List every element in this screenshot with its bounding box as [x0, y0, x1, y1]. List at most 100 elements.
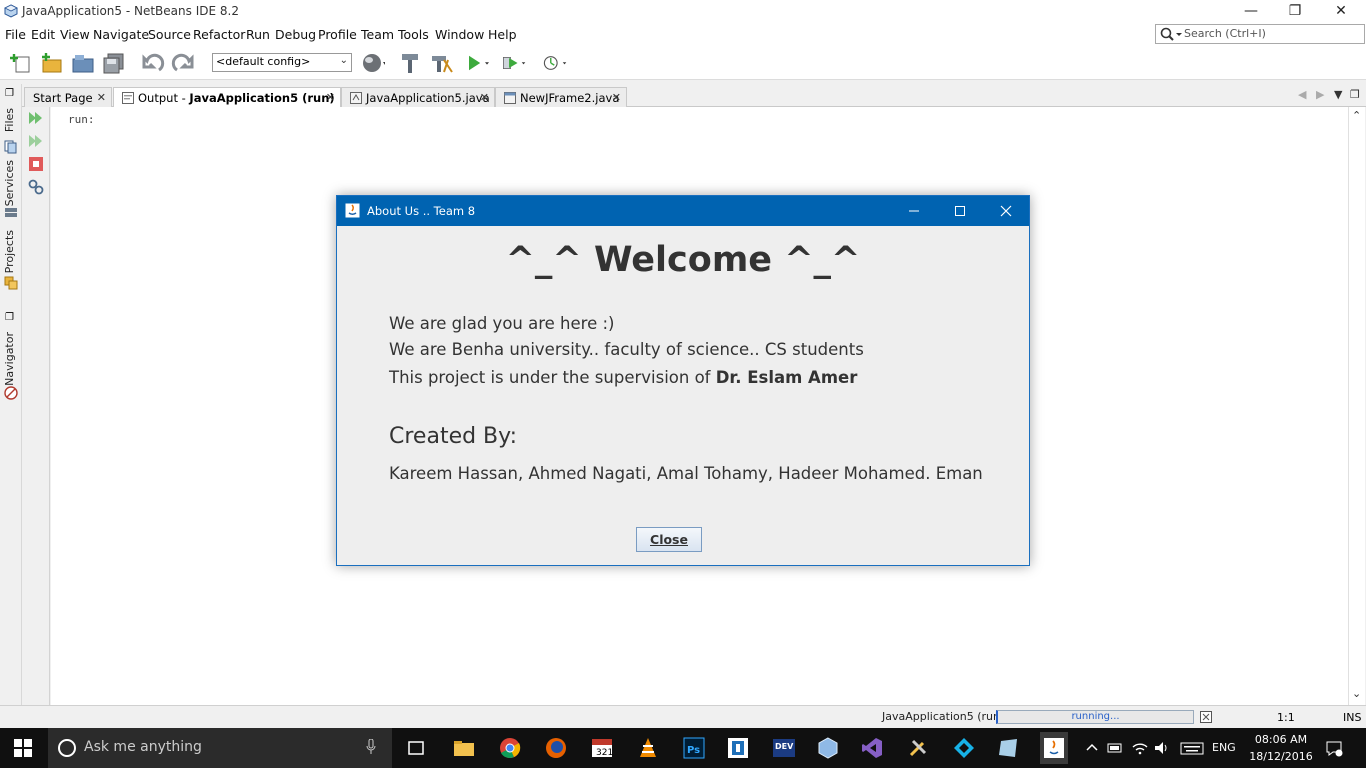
scroll-tabs-right-icon[interactable]: ▶ — [1316, 88, 1324, 101]
dialog-maximize-button[interactable] — [937, 196, 983, 226]
close-icon[interactable]: ✕ — [612, 91, 621, 104]
kodi-icon[interactable] — [952, 736, 976, 760]
search-input[interactable]: Search (Ctrl+I) — [1155, 24, 1365, 44]
close-icon: ✕ — [1335, 3, 1347, 19]
new-project-icon[interactable] — [40, 52, 64, 74]
maximize-panel-button[interactable]: ❐ — [0, 88, 22, 102]
close-icon[interactable]: ✕ — [97, 91, 106, 104]
scroll-up-icon[interactable]: ⌃ — [1352, 109, 1361, 122]
menu-debug[interactable]: Debug — [275, 27, 316, 42]
windows-start-icon[interactable] — [14, 739, 32, 757]
tab-projects-label: Projects — [3, 230, 16, 274]
navigator-restore-button[interactable]: ❐ — [0, 312, 22, 326]
app-shortcut-icon[interactable] — [996, 736, 1020, 760]
notifications-icon[interactable] — [1325, 739, 1343, 757]
menu-edit[interactable]: Edit — [31, 27, 55, 42]
clock-time: 08:06 AM — [1254, 733, 1308, 746]
open-project-icon[interactable] — [71, 52, 95, 74]
new-file-icon[interactable] — [10, 52, 34, 74]
restore-window-icon[interactable]: ❐ — [1350, 88, 1360, 101]
firefox-icon[interactable] — [544, 736, 568, 760]
volume-icon[interactable] — [1153, 739, 1171, 757]
tab-newjframe2[interactable]: NewJFrame2.java ✕ — [495, 87, 627, 107]
java-icon[interactable] — [1040, 732, 1068, 764]
tab-output[interactable]: Output - JavaApplication5 (run) ✕ — [113, 87, 341, 108]
progress-bar: running... — [996, 710, 1194, 724]
language-indicator[interactable]: ENG — [1212, 741, 1236, 754]
config-select[interactable]: <default config> ⌄ — [212, 53, 352, 72]
rerun-with-params-icon[interactable] — [28, 133, 44, 149]
restore-button[interactable]: ❐ — [1272, 0, 1318, 22]
menu-view[interactable]: View — [60, 27, 90, 42]
tab-navigator[interactable]: Navigator — [0, 332, 22, 402]
photoshop-icon[interactable]: Ps — [682, 736, 706, 760]
close-window-button[interactable]: ✕ — [1318, 0, 1364, 22]
app-icon[interactable] — [726, 736, 750, 760]
tab-start-page[interactable]: Start Page ✕ — [24, 87, 112, 107]
cortana-search[interactable]: Ask me anything — [48, 728, 392, 768]
file-explorer-icon[interactable] — [452, 736, 476, 760]
microphone-icon[interactable] — [366, 739, 376, 755]
show-hidden-icons-icon[interactable] — [1083, 739, 1101, 757]
power-icon[interactable] — [1106, 739, 1124, 757]
run-icon[interactable] — [465, 52, 489, 74]
tab-services[interactable]: Services — [0, 160, 22, 224]
java-file-icon — [350, 92, 362, 104]
debug-icon[interactable] — [502, 52, 526, 74]
tab-list-icon[interactable]: ▼ — [1334, 88, 1342, 101]
build-icon[interactable] — [398, 52, 422, 74]
rerun-icon[interactable] — [28, 110, 44, 126]
menu-profile[interactable]: Profile — [318, 27, 357, 42]
svg-text:Ps: Ps — [687, 745, 700, 756]
tab-projects[interactable]: Projects — [0, 230, 22, 294]
settings-icon[interactable] — [28, 179, 44, 195]
tab-files[interactable]: Files — [0, 108, 22, 154]
menu-help[interactable]: Help — [488, 27, 517, 42]
calendar-app-icon[interactable]: 321 — [590, 736, 614, 760]
vlc-icon[interactable] — [636, 736, 660, 760]
clean-build-icon[interactable] — [430, 52, 454, 74]
close-icon[interactable]: ✕ — [480, 91, 489, 104]
clock[interactable]: 08:06 AM 18/12/2016 — [1246, 731, 1316, 765]
java-icon — [345, 203, 360, 218]
chevron-down-icon: ⌄ — [339, 55, 348, 66]
menu-team[interactable]: Team — [361, 27, 394, 42]
dialog-minimize-button[interactable] — [891, 196, 937, 226]
virtualbox-icon[interactable] — [816, 736, 840, 760]
scroll-down-icon[interactable]: ⌄ — [1352, 687, 1361, 700]
menu-refactor[interactable]: Refactor — [193, 27, 245, 42]
cancel-process-icon[interactable] — [1200, 711, 1212, 723]
wifi-icon[interactable] — [1131, 739, 1149, 757]
search-placeholder: Search (Ctrl+I) — [1184, 27, 1266, 40]
chrome-icon[interactable] — [498, 736, 522, 760]
minimize-button[interactable]: — — [1228, 0, 1274, 22]
keyboard-icon[interactable] — [1180, 739, 1204, 757]
config-value: <default config> — [216, 55, 311, 68]
redo-icon[interactable] — [171, 52, 195, 74]
profile-icon[interactable] — [543, 52, 567, 74]
stop-icon[interactable] — [28, 156, 44, 172]
visual-studio-icon[interactable] — [860, 736, 884, 760]
tab-javaapplication5[interactable]: JavaApplication5.java ✕ — [341, 87, 495, 107]
about-dialog: About Us .. Team 8 ^_^ Welcome ^_^ We ar… — [336, 195, 1030, 566]
dialog-close-button[interactable] — [983, 196, 1029, 226]
close-icon[interactable]: ✕ — [326, 91, 335, 104]
task-view-icon[interactable] — [404, 736, 428, 760]
vertical-scrollbar[interactable]: ⌃ ⌄ — [1348, 107, 1365, 705]
menu-file[interactable]: File — [5, 27, 26, 42]
dev-cpp-icon[interactable]: DEV — [772, 736, 796, 760]
menu-source[interactable]: Source — [148, 27, 191, 42]
undo-icon[interactable] — [141, 52, 165, 74]
close-icon — [1000, 205, 1012, 217]
side-panel-strip: ❐ Files Services Projects ❐ Navigator — [0, 84, 22, 706]
globe-icon[interactable] — [361, 52, 385, 74]
save-all-icon[interactable] — [102, 52, 126, 74]
menu-run[interactable]: Run — [246, 27, 270, 42]
menu-tools[interactable]: Tools — [398, 27, 429, 42]
tools-icon[interactable] — [906, 736, 930, 760]
restore-icon: ❐ — [5, 312, 14, 323]
menu-window[interactable]: Window — [435, 27, 484, 42]
scroll-tabs-left-icon[interactable]: ◀ — [1298, 88, 1306, 101]
menu-navigate[interactable]: Navigate — [93, 27, 149, 42]
close-button[interactable]: Close — [636, 527, 702, 552]
